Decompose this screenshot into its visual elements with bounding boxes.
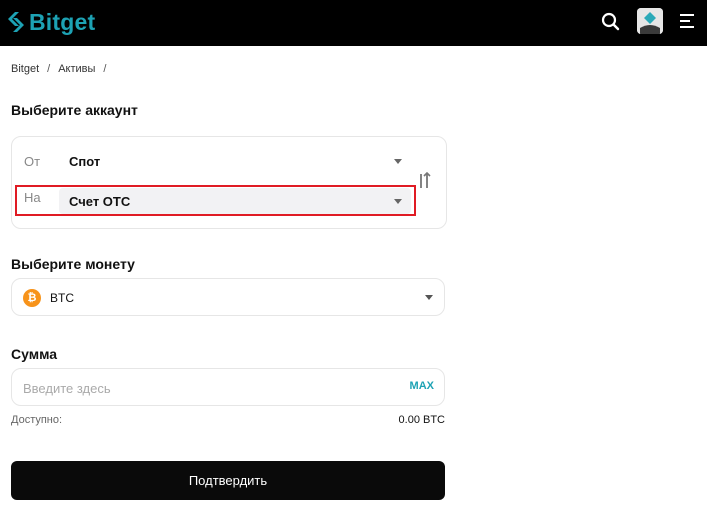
bitget-logo[interactable]: Bitget <box>6 7 95 37</box>
amount-field: MAX <box>11 368 445 406</box>
max-button[interactable]: MAX <box>410 380 434 392</box>
breadcrumb: Bitget / Активы / <box>11 63 114 75</box>
available-value: 0.00 BTC <box>398 414 445 426</box>
avatar-image <box>637 8 663 34</box>
chevron-down-icon <box>425 295 433 300</box>
from-account-value: Спот <box>69 154 101 169</box>
chevron-down-icon <box>394 159 402 164</box>
hamburger-menu-icon[interactable] <box>679 12 697 30</box>
amount-title: Сумма <box>11 346 58 362</box>
highlight-box <box>15 185 416 216</box>
select-coin-title: Выберите монету <box>11 256 135 272</box>
bitget-logo-icon <box>8 12 24 32</box>
select-account-title: Выберите аккаунт <box>11 102 138 118</box>
search-icon[interactable] <box>600 11 622 33</box>
swap-icon[interactable] <box>417 172 431 190</box>
breadcrumb-item-bitget[interactable]: Bitget <box>11 63 39 75</box>
bitcoin-icon: ₿ <box>23 289 41 307</box>
from-account-select[interactable]: Спот <box>59 148 411 174</box>
coin-label: BTC <box>50 291 74 305</box>
avatar[interactable] <box>637 8 663 34</box>
confirm-button[interactable]: Подтвердить <box>11 461 445 500</box>
top-nav-bar: Bitget <box>0 0 707 46</box>
logo-text: Bitget <box>29 8 96 35</box>
breadcrumb-item-assets[interactable]: Активы <box>58 63 95 75</box>
coin-select[interactable]: ₿ BTC <box>11 278 445 316</box>
confirm-button-label: Подтвердить <box>188 473 268 488</box>
from-label: От <box>24 154 41 169</box>
available-label: Доступно: <box>11 414 63 426</box>
breadcrumb-separator: / <box>47 63 51 75</box>
breadcrumb-separator: / <box>103 63 107 75</box>
amount-input[interactable] <box>21 377 385 399</box>
